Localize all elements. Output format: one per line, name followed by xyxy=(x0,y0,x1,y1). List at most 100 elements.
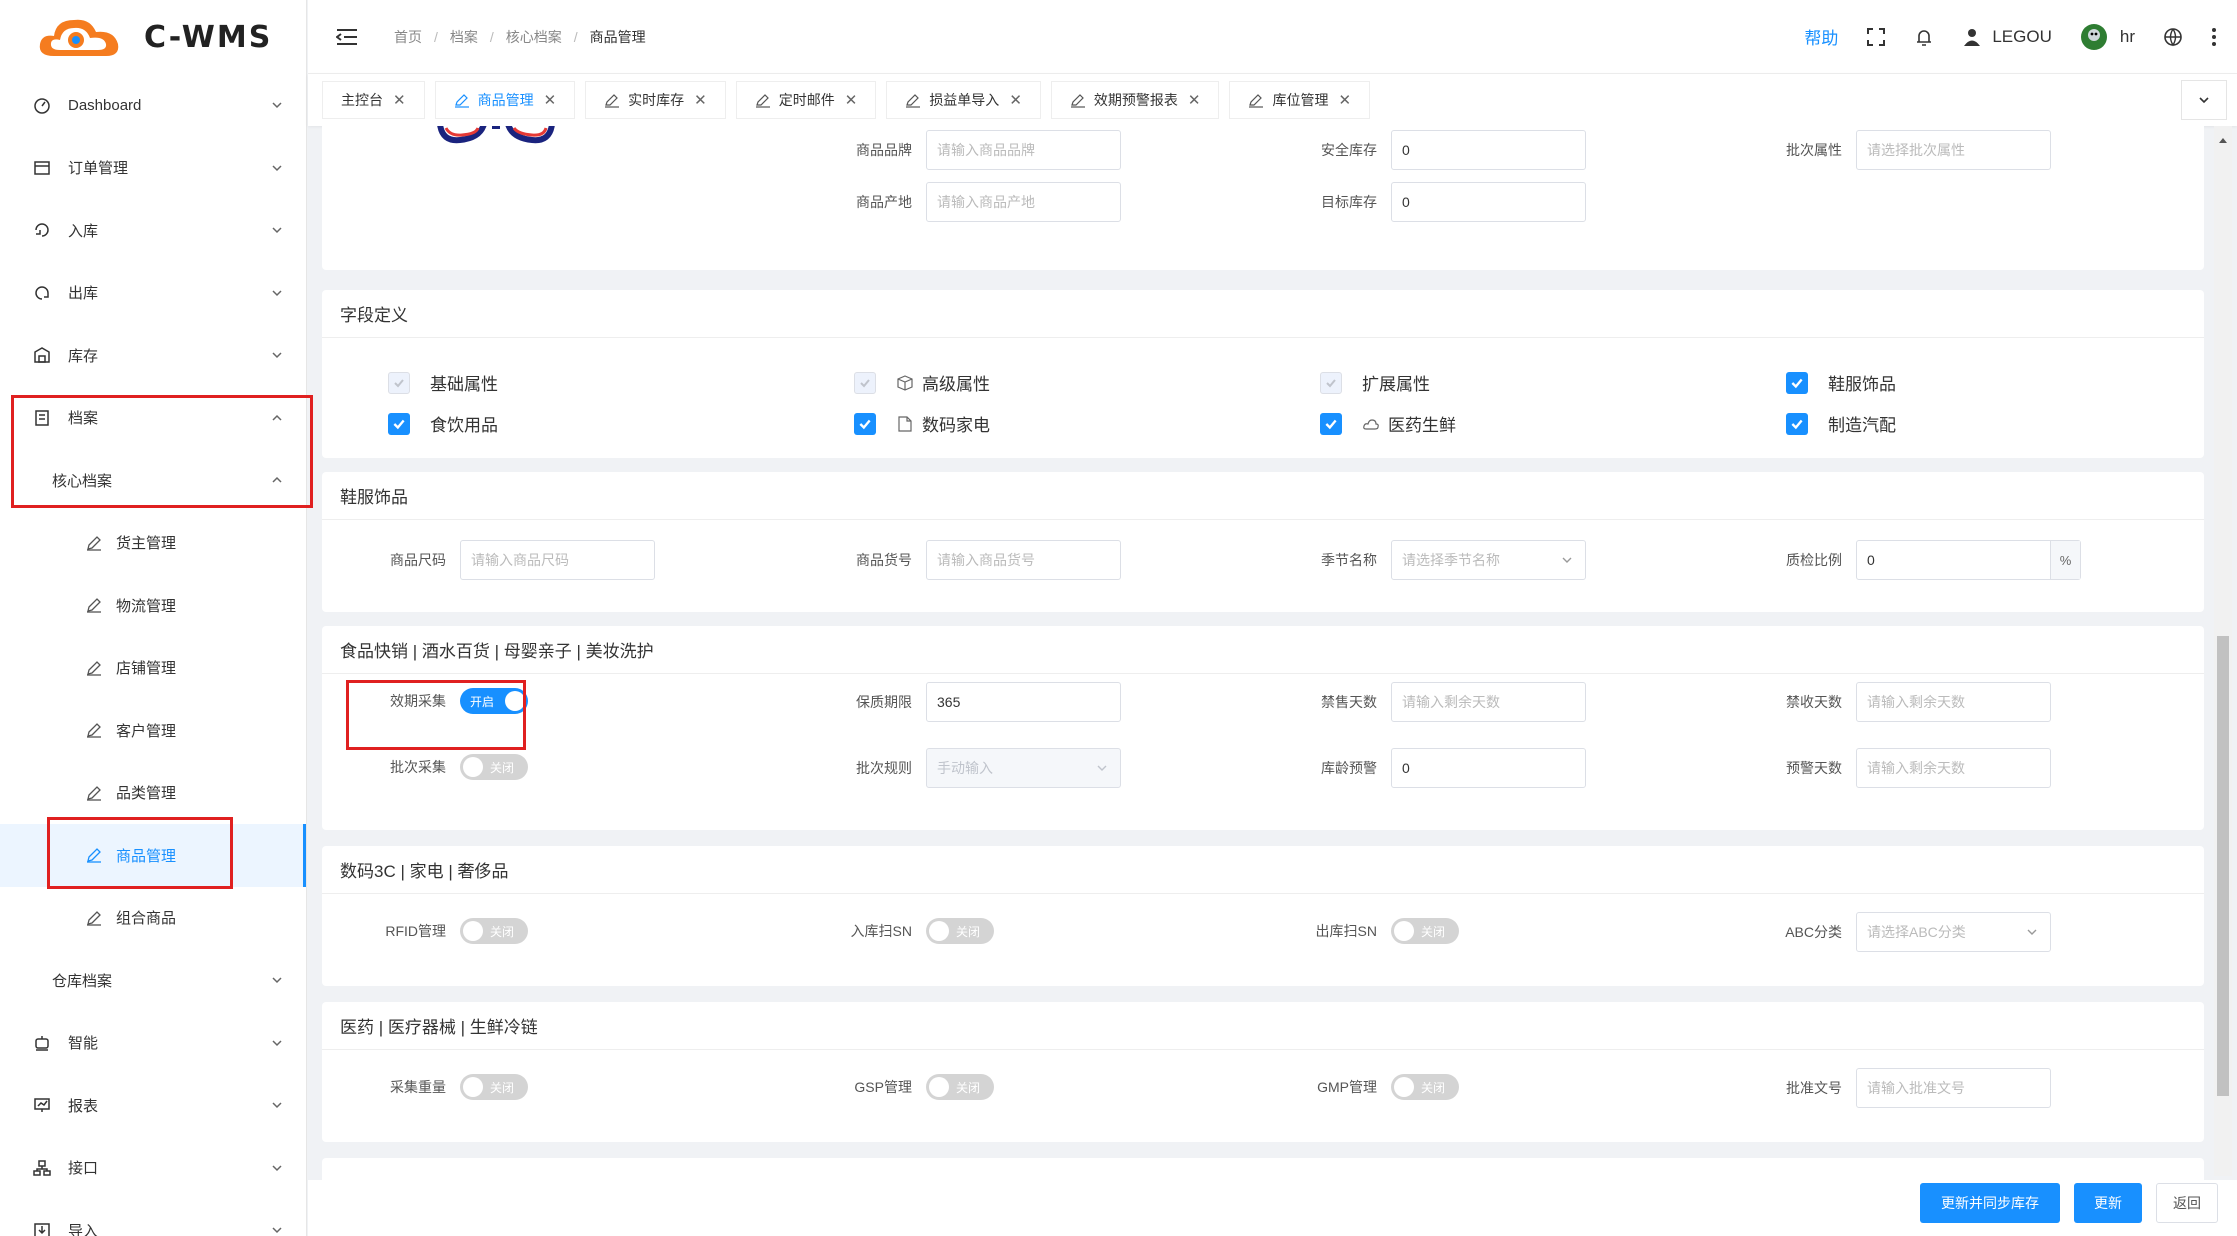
sku-input[interactable]: 请输入商品货号 xyxy=(926,540,1121,580)
help-link[interactable]: 帮助 xyxy=(1804,24,1838,49)
sidebar-item-warehouse-archive[interactable]: 仓库档案 xyxy=(0,949,306,1012)
batch-rule-select[interactable]: 手动输入 xyxy=(926,748,1121,788)
close-icon[interactable]: ✕ xyxy=(544,91,557,109)
tab-dashboard[interactable]: 主控台 ✕ xyxy=(322,81,425,119)
checkbox-manufacturing[interactable]: 制造汽配 xyxy=(1786,411,1896,436)
breadcrumb-core-archive[interactable]: 核心档案 xyxy=(506,27,562,47)
checkbox-apparel[interactable]: 鞋服饰品 xyxy=(1786,370,1896,395)
checkbox[interactable] xyxy=(854,371,876,394)
tab-scheduled-mail[interactable]: 定时邮件 ✕ xyxy=(735,81,877,119)
sidebar-item-category[interactable]: 品类管理 xyxy=(0,762,306,825)
sidebar-item-owner[interactable]: 货主管理 xyxy=(0,512,306,575)
outbound-sn-switch[interactable]: 关闭 xyxy=(1391,918,1459,944)
tab-realtime-stock[interactable]: 实时库存 ✕ xyxy=(585,81,726,119)
bell-icon[interactable] xyxy=(1914,27,1934,47)
scroll-up-icon[interactable] xyxy=(2218,136,2228,144)
checkbox-medical[interactable]: 医药生鲜 xyxy=(1320,411,1456,436)
gmp-switch[interactable]: 关闭 xyxy=(1391,1074,1459,1100)
approval-no-input[interactable]: 请输入批准文号 xyxy=(1856,1068,2051,1108)
stock-age-warning-input[interactable]: 0 xyxy=(1391,748,1586,788)
sidebar-item-shop[interactable]: 店铺管理 xyxy=(0,637,306,700)
batch-collect-switch[interactable]: 关闭 xyxy=(460,754,528,780)
menu-toggle-icon[interactable] xyxy=(336,28,358,46)
sidebar-item-core-archive[interactable]: 核心档案 xyxy=(0,449,306,512)
checkbox-advanced[interactable]: 高级属性 xyxy=(854,370,990,395)
tab-product[interactable]: 商品管理 ✕ xyxy=(434,81,576,119)
breadcrumb-archive[interactable]: 档案 xyxy=(450,27,478,47)
no-receive-days-input[interactable]: 请输入剩余天数 xyxy=(1856,682,2051,722)
sidebar-item-outbound[interactable]: 出库 xyxy=(0,262,306,325)
globe-icon[interactable] xyxy=(2163,27,2183,47)
breadcrumb-home[interactable]: 首页 xyxy=(394,27,422,47)
target-stock-input[interactable]: 0 xyxy=(1391,182,1586,222)
edit-icon xyxy=(1070,94,1085,108)
close-icon[interactable]: ✕ xyxy=(845,91,858,109)
more-vertical-icon[interactable] xyxy=(2211,27,2217,47)
logo[interactable]: C-WMS xyxy=(0,0,306,74)
sidebar-item-inventory[interactable]: 库存 xyxy=(0,324,306,387)
shelf-life-input[interactable]: 365 xyxy=(926,682,1121,722)
size-input[interactable]: 请输入商品尺码 xyxy=(460,540,655,580)
outbound-sn-field: 出库扫SN 关闭 xyxy=(1297,918,1459,944)
abc-class-select[interactable]: 请选择ABC分类 xyxy=(1856,912,2051,952)
gsp-switch[interactable]: 关闭 xyxy=(926,1074,994,1100)
sidebar-item-combo[interactable]: 组合商品 xyxy=(0,887,306,950)
close-icon[interactable]: ✕ xyxy=(1188,91,1201,109)
sidebar-item-import[interactable]: 导入 xyxy=(0,1199,306,1236)
weight-collect-switch[interactable]: 关闭 xyxy=(460,1074,528,1100)
checkbox[interactable] xyxy=(388,412,410,435)
checkbox[interactable] xyxy=(854,412,876,435)
safety-stock-input[interactable]: 0 xyxy=(1391,130,1586,170)
expiry-collect-switch[interactable]: 开启 xyxy=(460,688,528,714)
edit-icon xyxy=(84,658,104,678)
season-select[interactable]: 请选择季节名称 xyxy=(1391,540,1586,580)
sidebar-item-dashboard[interactable]: Dashboard xyxy=(0,74,306,137)
role-menu[interactable]: hr xyxy=(2080,23,2135,51)
checkbox-extended[interactable]: 扩展属性 xyxy=(1320,370,1430,395)
checkbox[interactable] xyxy=(1786,412,1808,435)
close-icon[interactable]: ✕ xyxy=(694,91,707,109)
back-button[interactable]: 返回 xyxy=(2156,1183,2218,1223)
sidebar-item-label: 物流管理 xyxy=(116,597,177,615)
tabs-dropdown-button[interactable] xyxy=(2181,80,2227,120)
checkbox[interactable] xyxy=(1320,412,1342,435)
rfid-switch[interactable]: 关闭 xyxy=(460,918,528,944)
checkbox-basic[interactable]: 基础属性 xyxy=(388,370,498,395)
sidebar-item-interface[interactable]: 接口 xyxy=(0,1137,306,1200)
sidebar-item-customer[interactable]: 客户管理 xyxy=(0,699,306,762)
checkbox[interactable] xyxy=(388,371,410,394)
close-icon[interactable]: ✕ xyxy=(1009,91,1022,109)
update-button[interactable]: 更新 xyxy=(2074,1183,2142,1223)
sidebar-item-product[interactable]: 商品管理 xyxy=(0,824,306,887)
tab-location[interactable]: 库位管理 ✕ xyxy=(1229,81,1371,119)
sidebar-item-archive[interactable]: 档案 xyxy=(0,387,306,450)
close-icon[interactable]: ✕ xyxy=(1338,91,1351,109)
sidebar-item-logistics[interactable]: 物流管理 xyxy=(0,574,306,637)
scrollbar-thumb[interactable] xyxy=(2217,636,2229,1096)
origin-input[interactable]: 请输入商品产地 xyxy=(926,182,1121,222)
sidebar-item-smart[interactable]: 智能 xyxy=(0,1012,306,1075)
user-menu[interactable]: LEGOU xyxy=(1962,27,2052,47)
inbound-sn-switch[interactable]: 关闭 xyxy=(926,918,994,944)
warning-days-input[interactable]: 请输入剩余天数 xyxy=(1856,748,2051,788)
no-sale-days-input[interactable]: 请输入剩余天数 xyxy=(1391,682,1586,722)
tab-expiry-report[interactable]: 效期预警报表 ✕ xyxy=(1050,81,1220,119)
close-icon[interactable]: ✕ xyxy=(393,91,406,109)
checkbox[interactable] xyxy=(1320,371,1342,394)
sidebar-item-orders[interactable]: 订单管理 xyxy=(0,137,306,200)
scrollbar[interactable] xyxy=(2214,126,2232,1176)
document-icon xyxy=(898,415,912,432)
tab-pl-import[interactable]: 损益单导入 ✕ xyxy=(886,81,1041,119)
sidebar-item-inbound[interactable]: 入库 xyxy=(0,199,306,262)
fullscreen-icon[interactable] xyxy=(1866,27,1886,47)
checkbox-food[interactable]: 食饮用品 xyxy=(388,411,498,436)
checkbox-digital[interactable]: 数码家电 xyxy=(854,411,990,436)
edit-icon xyxy=(84,783,104,803)
field-definition-card: 字段定义 基础属性 高级属性 扩展属性 鞋服饰品 食饮用品 数码家电 医药生鲜 … xyxy=(322,290,2204,458)
sidebar-item-report[interactable]: 报表 xyxy=(0,1074,306,1137)
qc-ratio-input[interactable]: 0 % xyxy=(1856,540,2081,580)
checkbox[interactable] xyxy=(1786,371,1808,394)
batch-attr-input[interactable]: 请选择批次属性 xyxy=(1856,130,2051,170)
brand-input[interactable]: 请输入商品品牌 xyxy=(926,130,1121,170)
update-sync-button[interactable]: 更新并同步库存 xyxy=(1920,1183,2060,1223)
